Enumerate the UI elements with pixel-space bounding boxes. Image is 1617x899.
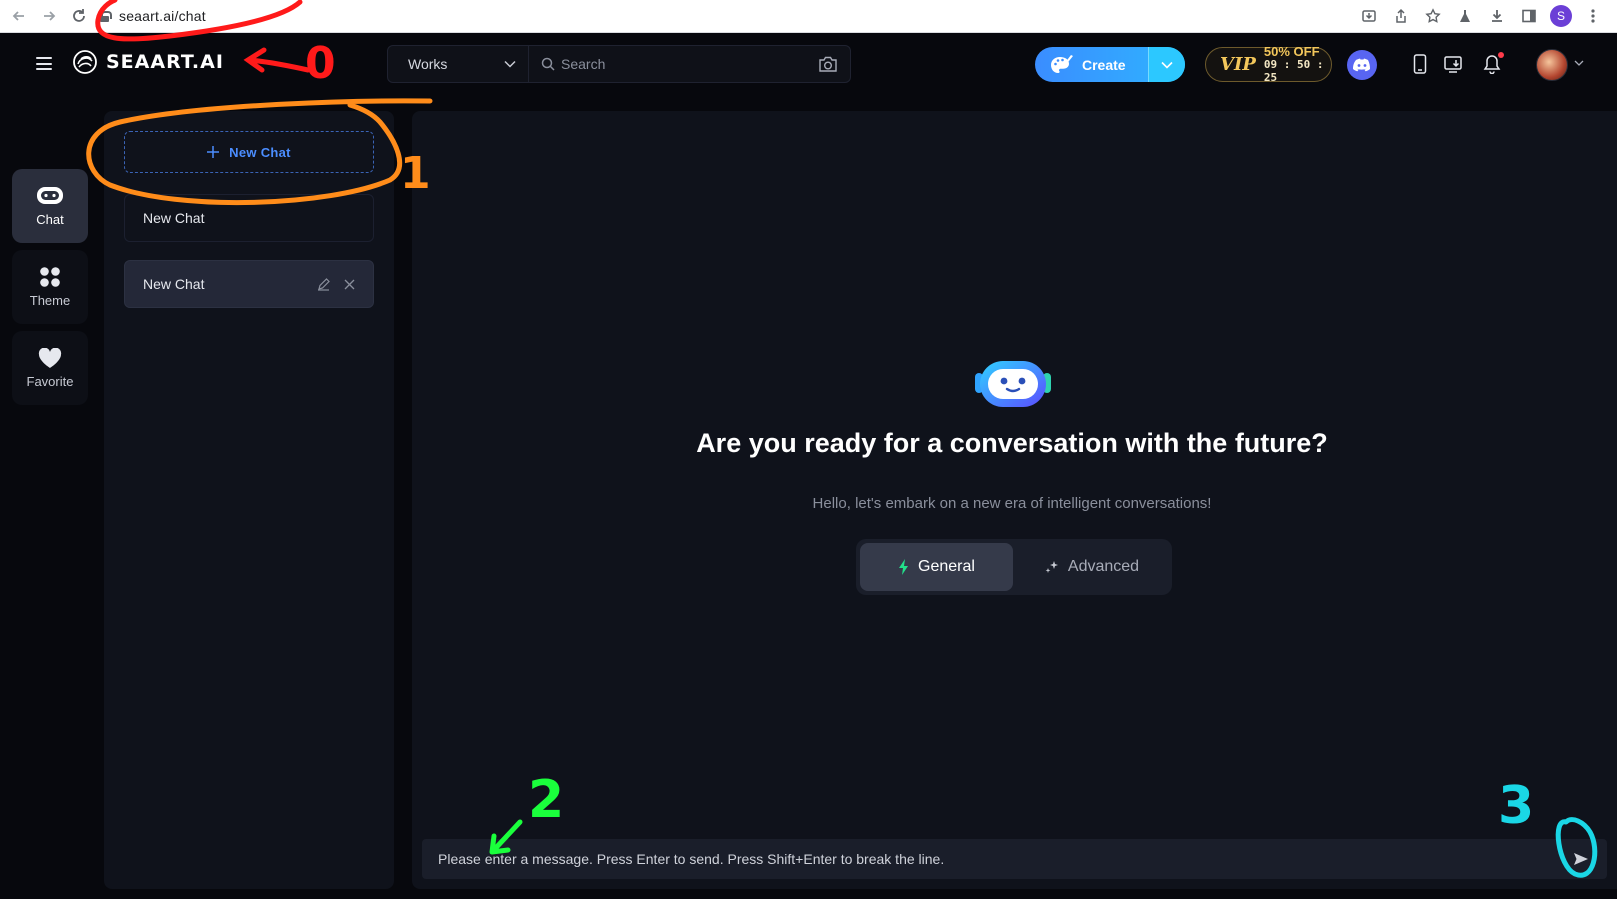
url-text: seaart.ai/chat (119, 8, 206, 24)
close-icon[interactable] (344, 279, 355, 290)
palette-brush-icon (1051, 54, 1073, 73)
chat-main-panel: Are you ready for a conversation with th… (412, 111, 1617, 889)
rail-item-theme[interactable]: Theme (12, 250, 88, 324)
bookmark-star-icon[interactable] (1419, 2, 1447, 30)
browser-menu-icon[interactable] (1579, 2, 1607, 30)
plus-icon (207, 146, 220, 158)
user-avatar[interactable] (1536, 49, 1568, 81)
rail-item-label: Theme (29, 293, 71, 308)
create-button-label: Create (1082, 56, 1126, 73)
side-panel-icon[interactable] (1515, 2, 1543, 30)
camera-icon[interactable] (818, 56, 838, 73)
message-input[interactable] (438, 849, 1567, 869)
rail-item-label: Chat (36, 212, 64, 227)
vip-countdown: 09 : 50 : 25 (1263, 58, 1324, 84)
browser-actions: S (1355, 2, 1617, 30)
vip-offer-button[interactable]: VIP 50% OFF 09 : 50 : 25 (1205, 45, 1332, 84)
new-chat-button[interactable]: New Chat (124, 131, 374, 173)
mode-label: Advanced (1067, 558, 1140, 575)
create-button-group: Create (1035, 47, 1185, 82)
send-button[interactable] (1567, 845, 1595, 873)
mode-toggle: General Advanced (856, 539, 1172, 595)
notification-bell-icon[interactable] (1479, 51, 1505, 77)
search-icon (541, 57, 555, 71)
heart-icon (38, 347, 62, 368)
reload-icon[interactable] (64, 1, 94, 31)
forward-arrow-icon[interactable] (34, 1, 64, 31)
works-dropdown-value: Works (408, 56, 448, 72)
sparkle-icon (1045, 561, 1058, 573)
menu-icon[interactable] (36, 57, 52, 70)
chat-item-actions (317, 277, 355, 291)
vip-offer-text: 50% OFF 09 : 50 : 25 (1264, 45, 1331, 84)
chat-item-title: New Chat (143, 210, 205, 226)
edit-pencil-icon[interactable] (317, 277, 330, 291)
rail-item-chat[interactable]: Chat (12, 169, 88, 243)
brand-name: SEAART.AI (106, 51, 224, 73)
chat-list-panel: New Chat New Chat New Chat (104, 111, 394, 889)
chevron-down-icon (1161, 61, 1173, 69)
labs-flask-icon[interactable] (1451, 2, 1479, 30)
works-dropdown[interactable]: Works (387, 45, 529, 83)
browser-toolbar: seaart.ai/chat S (0, 0, 1617, 33)
chevron-down-icon[interactable] (1574, 60, 1584, 66)
brand-logo[interactable]: SEAART.AI (72, 49, 224, 75)
rail-item-label: Favorite (26, 373, 74, 389)
mobile-app-icon[interactable] (1407, 51, 1433, 77)
desktop-download-icon[interactable] (1441, 51, 1467, 77)
chat-list-item[interactable]: New Chat (124, 260, 374, 308)
chevron-down-icon (504, 60, 516, 68)
notification-dot (1498, 52, 1504, 58)
back-arrow-icon[interactable] (4, 1, 34, 31)
chat-list-item[interactable]: New Chat (124, 194, 374, 242)
install-app-icon[interactable] (1355, 2, 1383, 30)
seaart-logo-icon (73, 50, 97, 74)
mode-label: General (918, 558, 975, 575)
chat-item-title: New Chat (143, 276, 205, 292)
profile-initial: S (1550, 5, 1572, 27)
vip-badge-icon: VIP (1220, 54, 1256, 75)
share-icon[interactable] (1387, 2, 1415, 30)
address-bar[interactable]: seaart.ai/chat (100, 1, 206, 31)
lightning-icon (899, 559, 909, 575)
grid-dots-icon (40, 267, 60, 287)
page-subtitle: Hello, let's embark on a new era of inte… (812, 495, 1212, 512)
page-title: Are you ready for a conversation with th… (696, 428, 1328, 458)
chat-bot-icon (37, 187, 63, 204)
search-input[interactable] (561, 56, 818, 72)
rail-item-favorite[interactable]: Favorite (12, 331, 88, 405)
new-chat-button-label: New Chat (229, 144, 291, 160)
search-box[interactable] (529, 45, 851, 83)
create-dropdown-toggle[interactable] (1148, 47, 1185, 82)
create-button[interactable]: Create (1035, 47, 1148, 82)
downloads-icon[interactable] (1483, 2, 1511, 30)
discord-icon[interactable] (1347, 50, 1377, 80)
mode-general-button[interactable]: General (860, 543, 1013, 591)
app-header: SEAART.AI Works Create VIP 50% OFF 09 : … (0, 33, 1617, 95)
mode-advanced-button[interactable]: Advanced (1015, 543, 1168, 591)
send-arrow-icon (1574, 853, 1588, 865)
chat-bot-logo-icon (975, 361, 1051, 407)
profile-avatar[interactable]: S (1547, 2, 1575, 30)
message-composer (422, 839, 1607, 879)
lock-icon (100, 10, 112, 22)
vip-discount: 50% OFF (1263, 44, 1320, 59)
